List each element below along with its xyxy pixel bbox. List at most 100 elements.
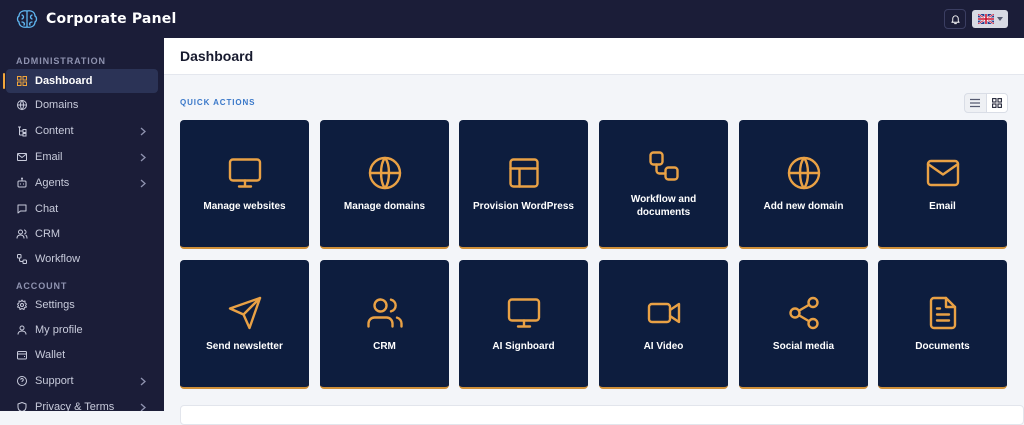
card-label: AI Video <box>643 341 684 352</box>
globe-icon <box>17 100 27 111</box>
card-add-new-domain[interactable]: Add new domain <box>739 120 868 249</box>
page-header: Dashboard <box>164 38 1024 75</box>
card-send-newsletter[interactable]: Send newsletter <box>180 260 309 389</box>
brain-logo-icon <box>16 10 38 28</box>
card-label: Workflow and documents <box>630 194 697 218</box>
content-icon <box>18 126 27 137</box>
card-provision-wordpress[interactable]: Provision WordPress <box>459 120 588 249</box>
chevron-right-icon <box>140 179 146 188</box>
gear-icon <box>17 299 27 310</box>
uk-flag-icon <box>977 14 994 24</box>
sidebar-item-label: Domains <box>35 99 79 111</box>
dashboard-icon <box>17 76 27 86</box>
sidebar-item-label: Support <box>35 375 74 387</box>
user-icon <box>17 325 27 335</box>
sidebar-item-content[interactable]: Content <box>6 119 158 143</box>
sidebar-item-dashboard[interactable]: Dashboard <box>3 69 158 93</box>
sidebar-item-domains[interactable]: Domains <box>6 93 158 117</box>
mail-icon <box>17 153 27 161</box>
chat-icon <box>17 204 27 214</box>
card-ai-signboard[interactable]: AI Signboard <box>459 260 588 389</box>
bell-icon <box>950 14 960 24</box>
sidebar-item-wallet[interactable]: Wallet <box>6 343 158 367</box>
sidebar: ADMINISTRATION Dashboard Domains Content… <box>0 38 164 411</box>
card-label: Manage websites <box>203 201 286 212</box>
card-social-media[interactable]: Social media <box>739 260 868 389</box>
card-label: AI Signboard <box>492 341 555 352</box>
top-bar: Corporate Panel <box>0 0 1024 38</box>
sidebar-item-chat[interactable]: Chat <box>6 197 158 221</box>
users-icon <box>367 298 403 328</box>
sidebar-item-email[interactable]: Email <box>6 145 158 169</box>
list-view-icon <box>970 98 981 108</box>
grid-view-icon <box>991 98 1002 108</box>
sidebar-item-label: Chat <box>35 203 59 215</box>
monitor-icon <box>228 158 262 188</box>
send-icon <box>228 296 262 330</box>
chevron-right-icon <box>140 377 146 386</box>
sidebar-item-label: Email <box>35 151 63 163</box>
shield-icon <box>17 402 27 411</box>
card-label: Documents <box>915 341 970 352</box>
chevron-right-icon <box>140 403 146 411</box>
sidebar-item-settings[interactable]: Settings <box>6 293 158 317</box>
card-crm[interactable]: CRM <box>320 260 449 389</box>
card-label: CRM <box>373 341 396 352</box>
list-view-button[interactable] <box>965 94 986 112</box>
wallet-icon <box>17 351 27 360</box>
quick-actions-label: QUICK ACTIONS <box>180 98 256 107</box>
mail-icon <box>926 159 960 187</box>
card-documents[interactable]: Documents <box>878 260 1007 389</box>
sidebar-item-workflow[interactable]: Workflow <box>6 247 158 271</box>
sidebar-item-agents[interactable]: Agents <box>6 171 158 195</box>
sidebar-item-label: Workflow <box>35 253 81 265</box>
workflow-icon <box>649 151 679 181</box>
card-ai-video[interactable]: AI Video <box>599 260 728 389</box>
video-icon <box>647 302 681 324</box>
content-panel <box>180 405 1024 425</box>
brand[interactable]: Corporate Panel <box>16 9 176 29</box>
workflow-icon <box>17 254 27 264</box>
card-label: Provision WordPress <box>473 201 574 212</box>
card-workflow-and-documents[interactable]: Workflow and documents <box>599 120 728 249</box>
share-icon <box>789 296 819 330</box>
card-label: Manage domains <box>343 201 426 212</box>
card-label: Add new domain <box>763 201 844 212</box>
sidebar-item-label: Wallet <box>35 349 66 361</box>
sidebar-item-label: My profile <box>35 324 83 336</box>
users-icon <box>16 229 28 239</box>
sidebar-item-label: Privacy & Terms <box>35 401 115 411</box>
chevron-right-icon <box>140 127 146 136</box>
sidebar-item-support[interactable]: Support <box>6 369 158 393</box>
document-icon <box>929 296 957 330</box>
robot-icon <box>17 177 27 188</box>
monitor-icon <box>507 298 541 328</box>
card-label: Email <box>929 201 956 212</box>
globe-icon <box>368 156 402 190</box>
chevron-right-icon <box>140 153 146 162</box>
app-title: Corporate Panel <box>46 11 177 27</box>
notifications-button[interactable] <box>944 9 966 29</box>
main-content: Dashboard QUICK ACTIONS Manage websites … <box>164 38 1024 425</box>
sidebar-item-my-profile[interactable]: My profile <box>6 318 158 342</box>
help-icon <box>17 376 27 386</box>
sidebar-item-label: Agents <box>35 177 70 189</box>
card-email[interactable]: Email <box>878 120 1007 249</box>
card-label: Social media <box>772 341 835 352</box>
view-toggle <box>964 93 1008 113</box>
card-manage-websites[interactable]: Manage websites <box>180 120 309 249</box>
sidebar-item-label: CRM <box>35 228 61 240</box>
globe-icon <box>787 156 821 190</box>
sidebar-item-label: Settings <box>35 299 75 311</box>
sidebar-item-crm[interactable]: CRM <box>6 222 158 246</box>
grid-view-button[interactable] <box>985 94 1007 112</box>
sidebar-item-privacy-terms[interactable]: Privacy & Terms <box>6 395 158 411</box>
sidebar-item-label: Dashboard <box>35 75 93 87</box>
layout-icon <box>509 158 539 188</box>
chevron-down-icon <box>996 17 1003 21</box>
card-manage-domains[interactable]: Manage domains <box>320 120 449 249</box>
section-label-account: ACCOUNT <box>16 281 68 291</box>
language-selector[interactable] <box>972 10 1008 28</box>
sidebar-item-label: Content <box>35 125 74 137</box>
card-label: Send newsletter <box>206 341 283 352</box>
